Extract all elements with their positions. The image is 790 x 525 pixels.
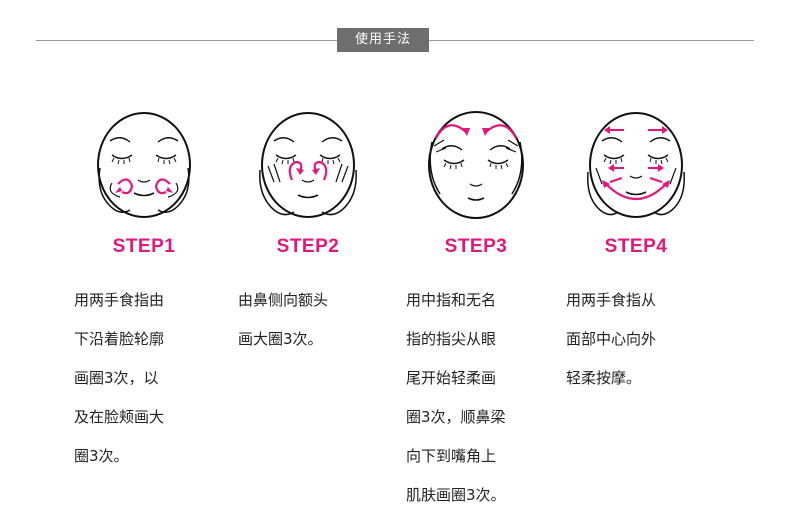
step-description-line: 由鼻侧向额头: [238, 290, 329, 309]
step-label: STEP3: [444, 236, 508, 257]
step-description-line: 画圈3次，以: [74, 368, 159, 387]
step-label: STEP2: [276, 236, 340, 257]
step-3: STEP3 用中指和无名 指的指尖从眼 尾开始轻柔画 圈3次，顺鼻梁 向下到嘴角…: [406, 98, 546, 504]
step-description-line: 圈3次，顺鼻梁: [406, 407, 506, 426]
step-label: STEP1: [112, 236, 176, 257]
step-2: STEP2 由鼻侧向额头 画大圈3次。: [238, 98, 378, 348]
step-description: 用两手食指由 下沿着脸轮廓 画圈3次，以 及在脸颊画大 圈3次。: [74, 271, 214, 486]
step-description-line: 尾开始轻柔画: [406, 368, 497, 387]
step-description-line: 用两手食指从: [566, 290, 657, 309]
step-1: STEP1 用两手食指由 下沿着脸轮廓 画圈3次，以 及在脸颊画大 圈3次。: [74, 98, 214, 465]
step-description-line: 指的指尖从眼: [406, 329, 497, 348]
step-description-line: 画大圈3次。: [238, 329, 323, 348]
face-illustration-step4: [587, 112, 685, 218]
step-description-line: 面部中心向外: [566, 329, 657, 348]
step-label: STEP4: [604, 236, 668, 257]
face-illustration-step3: [428, 111, 524, 219]
step-description-line: 轻柔按摩。: [566, 368, 642, 387]
step-description-line: 向下到嘴角上: [406, 446, 497, 465]
step-description-line: 用中指和无名: [406, 290, 497, 309]
face-illustration-step1: [97, 112, 191, 218]
step-description-line: 肌肤画圈3次。: [406, 485, 506, 504]
step-description-line: 下沿着脸轮廓: [74, 329, 165, 348]
step-description-line: 圈3次。: [74, 446, 129, 465]
face-illustration-step2: [259, 112, 357, 218]
step-description: 用两手食指从 面部中心向外 轻柔按摩。: [566, 271, 706, 408]
section-title: 使用手法: [337, 28, 429, 52]
step-description: 由鼻侧向额头 画大圈3次。: [238, 271, 378, 369]
step-description-line: 用两手食指由: [74, 290, 165, 309]
step-4: STEP4 用两手食指从 面部中心向外 轻柔按摩。: [566, 98, 706, 387]
step-description: 用中指和无名 指的指尖从眼 尾开始轻柔画 圈3次，顺鼻梁 向下到嘴角上 肌肤画圈…: [406, 271, 546, 525]
step-description-line: 及在脸颊画大: [74, 407, 165, 426]
